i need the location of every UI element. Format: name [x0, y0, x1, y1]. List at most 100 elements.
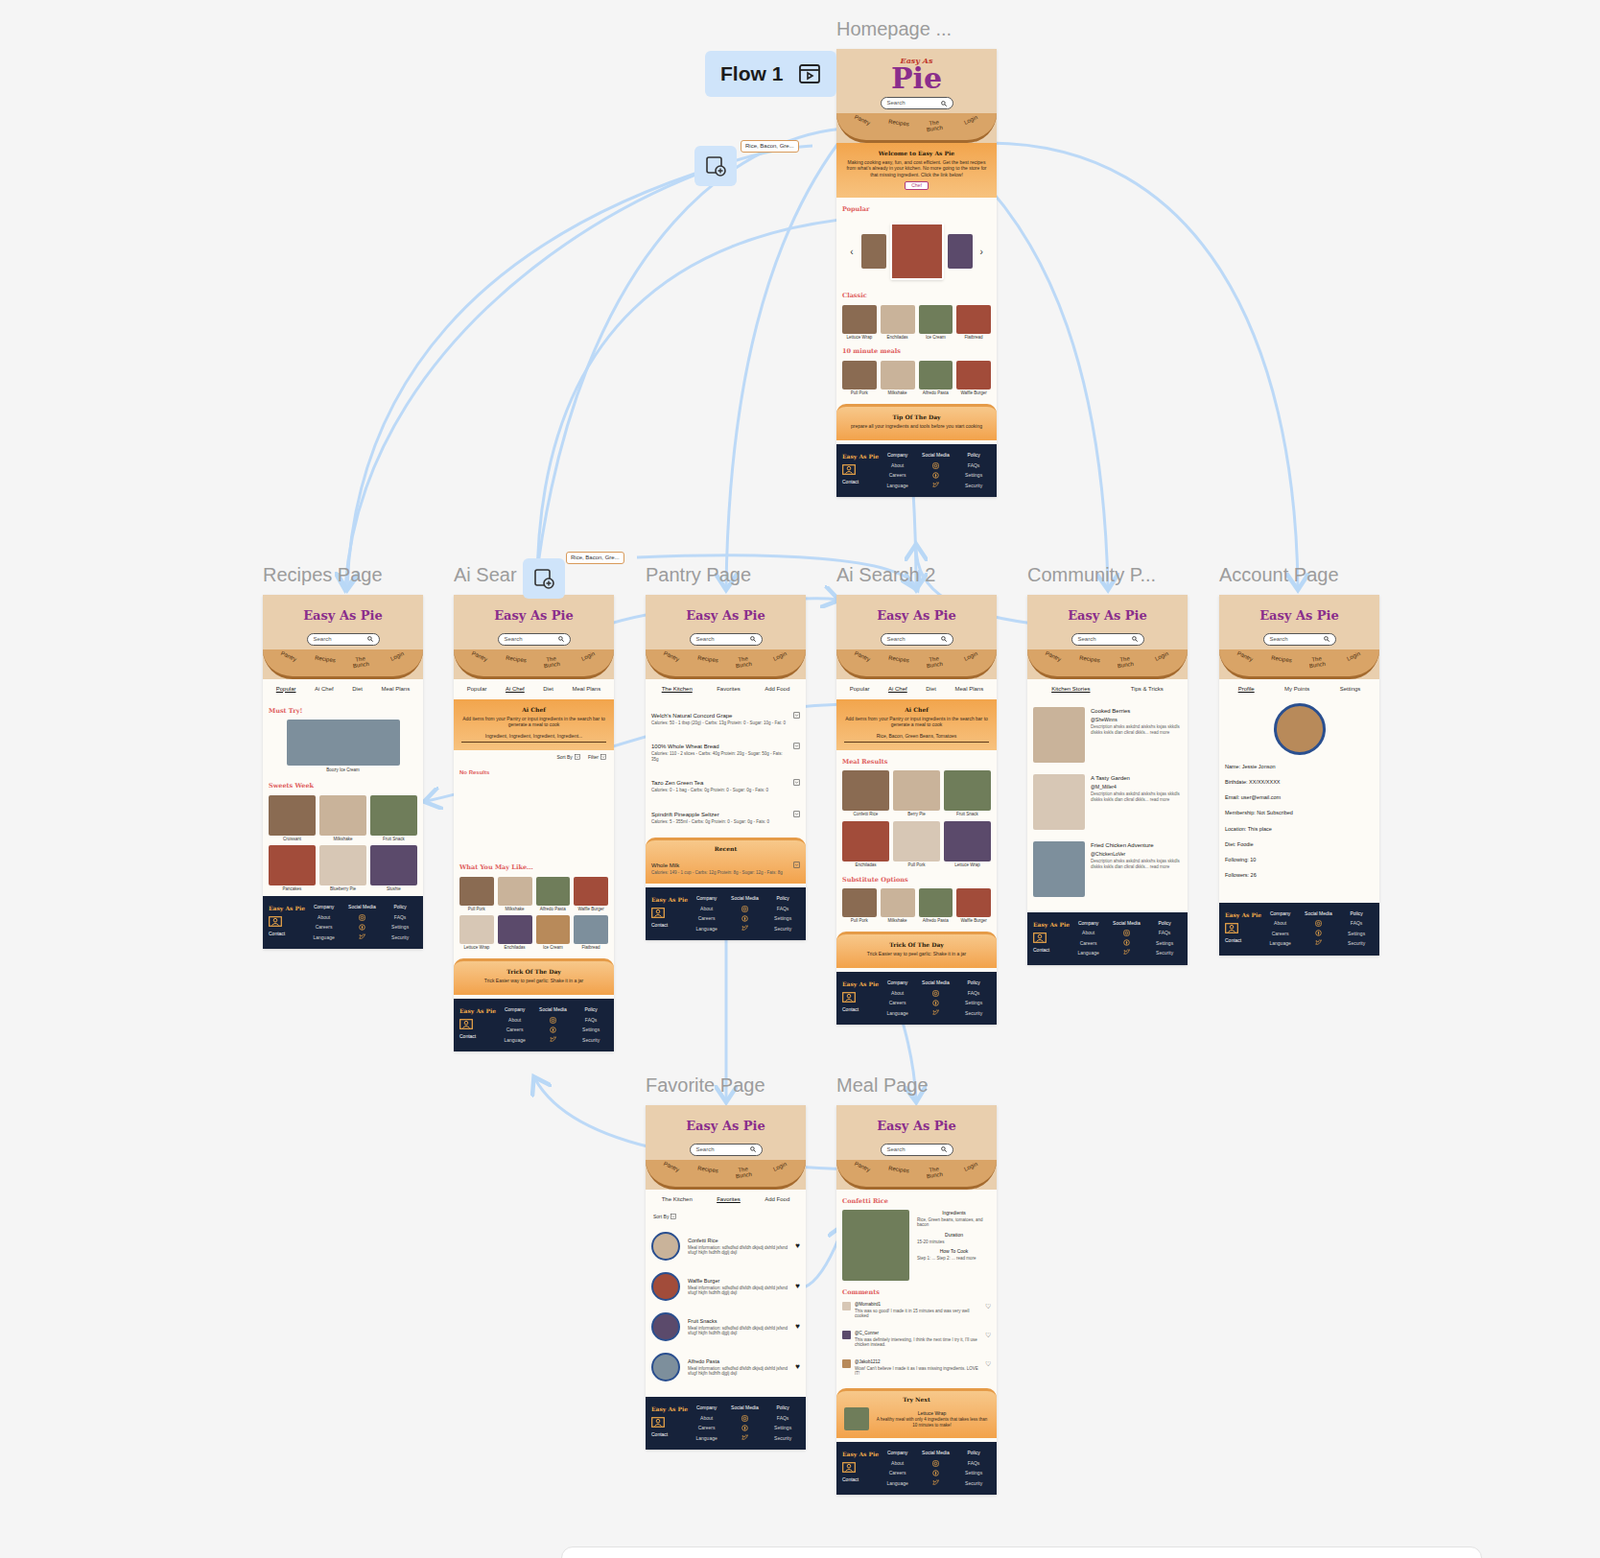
logo[interactable]: Easy As Pie	[836, 1112, 997, 1140]
photo[interactable]	[842, 821, 890, 862]
photo[interactable]	[651, 1312, 681, 1342]
checkbox-icon[interactable]	[574, 753, 581, 760]
recipe-card[interactable]: Milkshake	[497, 876, 533, 913]
nav-item[interactable]: Recipes	[504, 654, 527, 663]
footer-link[interactable]: About	[891, 989, 904, 998]
heart-icon[interactable]: ♥	[795, 1361, 800, 1373]
twitter-icon[interactable]	[358, 933, 366, 941]
favorite-item[interactable]: Confetti RiceMeal information: sdfsdfsd …	[651, 1231, 800, 1261]
footer-logo[interactable]: Easy As Pie	[1033, 919, 1070, 929]
photo[interactable]	[651, 1271, 681, 1301]
frame-title[interactable]: Homepage ...	[836, 14, 952, 44]
frame-title[interactable]: Recipes Page	[262, 560, 383, 589]
recipe-card[interactable]: Slushie	[370, 845, 418, 893]
photo[interactable]	[1033, 706, 1085, 763]
photo[interactable]	[842, 305, 877, 334]
nav-item[interactable]: The Bunch	[1306, 654, 1329, 669]
twitter-icon[interactable]	[549, 1035, 557, 1043]
footer-link[interactable]: FAQs	[967, 989, 981, 998]
photo[interactable]	[956, 305, 991, 334]
footer-link[interactable]: Careers	[698, 915, 716, 923]
instagram-icon[interactable]	[932, 462, 940, 470]
frame-title[interactable]: Meal Page	[836, 1070, 929, 1100]
footer-link[interactable]: FAQs	[585, 1016, 598, 1025]
photo[interactable]	[880, 360, 916, 390]
nav-item[interactable]: The Bunch	[732, 1164, 755, 1179]
contact-icon[interactable]	[842, 991, 856, 1003]
footer-link[interactable]: Settings	[774, 915, 792, 923]
photo[interactable]	[893, 770, 941, 811]
search-field[interactable]: Search	[880, 1143, 954, 1156]
footer-logo[interactable]: Easy As Pie	[651, 894, 688, 904]
facebook-icon[interactable]	[549, 1026, 557, 1034]
checkbox-icon[interactable]	[600, 753, 607, 760]
sub-tab[interactable]: Favorites	[716, 1195, 741, 1204]
footer-link[interactable]: Security	[964, 1010, 983, 1018]
footer-link[interactable]: Language	[1078, 949, 1100, 958]
footer-link[interactable]: FAQs	[776, 1414, 790, 1423]
story-card[interactable]: Cooked Berries@SheWinnsDescription ahsks…	[1033, 706, 1182, 763]
contact-link[interactable]: Contact	[842, 478, 859, 487]
photo[interactable]	[918, 305, 954, 334]
nav-item[interactable]: The Bunch	[1114, 654, 1137, 669]
footer-link[interactable]: About	[1082, 929, 1095, 938]
footer-link[interactable]: Language	[887, 1480, 909, 1488]
nav-item[interactable]: Login	[1151, 648, 1173, 663]
photo[interactable]	[497, 876, 533, 906]
photo[interactable]	[286, 719, 400, 766]
nav-item[interactable]: Pantry	[469, 648, 491, 663]
footer-link[interactable]: Settings	[964, 999, 983, 1008]
sub-tab[interactable]: Tips & Tricks	[1130, 684, 1164, 694]
footer-link[interactable]: Careers	[315, 923, 333, 932]
favorite-item[interactable]: Waffle BurgerMeal information: sdfsdfsd …	[651, 1271, 800, 1301]
contact-link[interactable]: Contact	[459, 1033, 476, 1041]
search-placeholder[interactable]: Search	[1270, 635, 1289, 644]
photo[interactable]	[880, 305, 916, 334]
photo[interactable]	[943, 770, 991, 811]
footer-logo[interactable]: Easy As Pie	[1224, 910, 1262, 919]
recipe-card[interactable]: Enchiladas	[842, 821, 890, 869]
frame-title[interactable]: Account Page	[1219, 560, 1340, 589]
add-interaction-button[interactable]	[522, 558, 565, 599]
sub-tab[interactable]: Ai Chef	[888, 684, 908, 694]
recipe-card[interactable]: Ice Cream	[918, 305, 954, 341]
logo[interactable]: Easy As Pie	[453, 602, 614, 630]
photo[interactable]	[497, 915, 533, 944]
recipe-card[interactable]: Waffle Burger	[956, 360, 991, 397]
story-user[interactable]: @ChickenLoVer	[1090, 850, 1182, 859]
logo[interactable]: Easy As Pie	[1219, 602, 1380, 630]
nav-item[interactable]: Recipes	[696, 654, 719, 663]
search-field[interactable]: Search	[1071, 633, 1145, 646]
add-interaction-button[interactable]	[694, 145, 737, 187]
photo[interactable]	[890, 222, 944, 281]
search-placeholder[interactable]: Search	[887, 98, 906, 108]
logo[interactable]: Easy AsPie	[836, 56, 997, 94]
nav-item[interactable]: Login	[386, 648, 408, 663]
pantry-item[interactable]: Whole MilkCalories: 149 - 1 cup - Carbs:…	[645, 852, 806, 885]
photo[interactable]	[842, 1301, 851, 1311]
facebook-icon[interactable]	[741, 1424, 749, 1432]
nav-item[interactable]: Recipes	[887, 654, 910, 663]
photo[interactable]	[370, 845, 418, 886]
photo[interactable]	[268, 795, 316, 836]
photo[interactable]	[844, 1407, 870, 1431]
footer-link[interactable]: Language	[887, 1010, 909, 1018]
recipe-card[interactable]: Alfredo Pasta	[918, 888, 954, 924]
search-icon[interactable]	[941, 635, 947, 642]
facebook-icon[interactable]	[358, 923, 366, 931]
nav-item[interactable]: Recipes	[696, 1164, 719, 1174]
footer-link[interactable]: About	[891, 462, 904, 471]
footer-logo[interactable]: Easy As Pie	[651, 1404, 688, 1413]
nav-item[interactable]: Recipes	[1078, 654, 1101, 663]
footer-link[interactable]: About	[1273, 919, 1287, 928]
footer-link[interactable]: FAQs	[394, 914, 407, 922]
facebook-icon[interactable]	[932, 999, 940, 1007]
search-field[interactable]: Search	[497, 633, 571, 646]
photo[interactable]	[842, 888, 877, 918]
recipe-card[interactable]: Milkshake	[880, 360, 916, 397]
heart-icon[interactable]: ♥	[795, 1240, 800, 1252]
recipe-card[interactable]: Pancakes	[268, 845, 316, 893]
add-box-icon[interactable]	[793, 810, 800, 818]
comment-user[interactable]: @C_Conner	[854, 1330, 982, 1338]
instagram-icon[interactable]	[741, 905, 749, 913]
